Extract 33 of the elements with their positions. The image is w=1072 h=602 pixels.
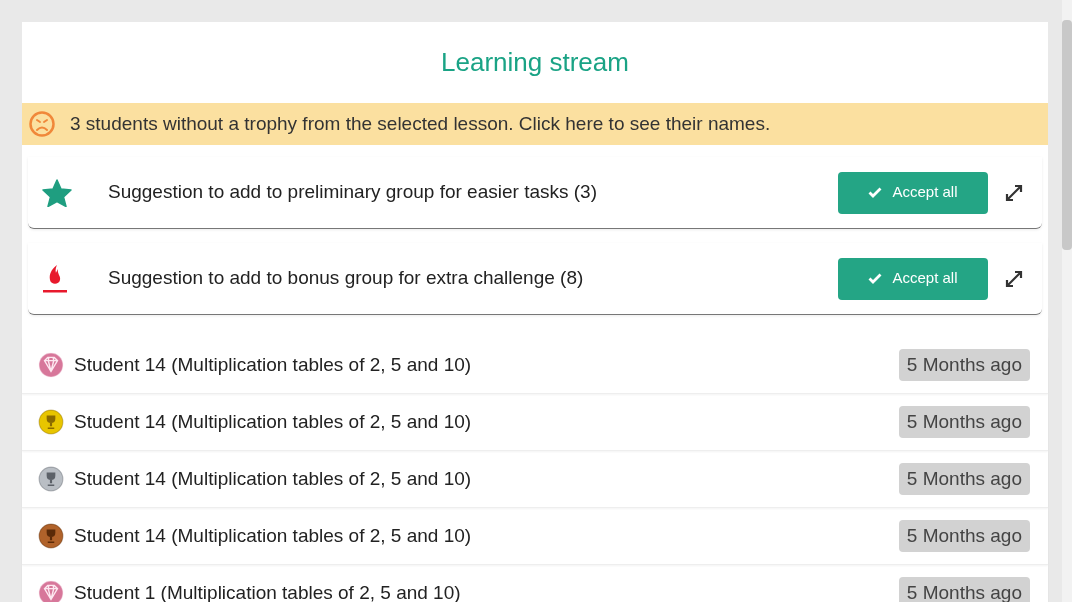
time-label: 5 Months ago (898, 405, 1030, 439)
star-icon (42, 178, 72, 207)
check-icon (868, 187, 883, 198)
suggestion-text: Suggestion to add to preliminary group for easier tasks (3) (108, 180, 598, 205)
stream-row[interactable]: Student 14 (Multiplication tables of 2, 5 and 10) 5 Months ago (22, 451, 1048, 508)
time-label: 5 Months ago (898, 348, 1030, 382)
alert-banner[interactable]: 3 students without a trophy from the selected lesson. Click here to see their names. (22, 103, 1048, 145)
trophy-icon (38, 409, 64, 435)
stream-entry-text: Student 14 (Multiplication tables of 2, 5 and 10) (74, 352, 473, 377)
diamond-medal-icon (38, 352, 64, 378)
sad-face-icon (28, 110, 56, 139)
flame-icon (42, 263, 68, 294)
expand-icon[interactable] (1004, 182, 1024, 203)
stream-entry-text: Student 14 (Multiplication tables of 2, 5 and 10) (74, 466, 473, 491)
suggestion-text: Suggestion to add to bonus group for extra challenge (8) (108, 266, 585, 291)
alert-text: 3 students without a trophy from the selected lesson. Click here to see their names. (70, 111, 771, 136)
stream-row[interactable]: Student 1 (Multiplication tables of 2, 5 and 10) 5 Months ago (22, 565, 1048, 602)
time-label: 5 Months ago (898, 519, 1030, 553)
trophy-icon (38, 523, 64, 549)
check-icon (868, 273, 883, 284)
stream-entry-text: Student 14 (Multiplication tables of 2, 5 and 10) (74, 523, 473, 548)
expand-icon[interactable] (1004, 268, 1024, 289)
stream-row[interactable]: Student 14 (Multiplication tables of 2, 5 and 10) 5 Months ago (22, 394, 1048, 451)
stream-row[interactable]: Student 14 (Multiplication tables of 2, 5 and 10) 5 Months ago (22, 337, 1048, 394)
time-label: 5 Months ago (898, 576, 1030, 602)
panel-title: Learning stream (441, 46, 629, 80)
stream-row[interactable]: Student 14 (Multiplication tables of 2, 5 and 10) 5 Months ago (22, 508, 1048, 565)
diamond-medal-icon (38, 580, 64, 602)
trophy-icon (38, 466, 64, 492)
scrollbar-thumb[interactable] (1062, 20, 1072, 250)
stream-entry-text: Student 14 (Multiplication tables of 2, 5 and 10) (74, 409, 473, 434)
stream-entry-text: Student 1 (Multiplication tables of 2, 5 and 10) (74, 580, 462, 602)
time-label: 5 Months ago (898, 462, 1030, 496)
